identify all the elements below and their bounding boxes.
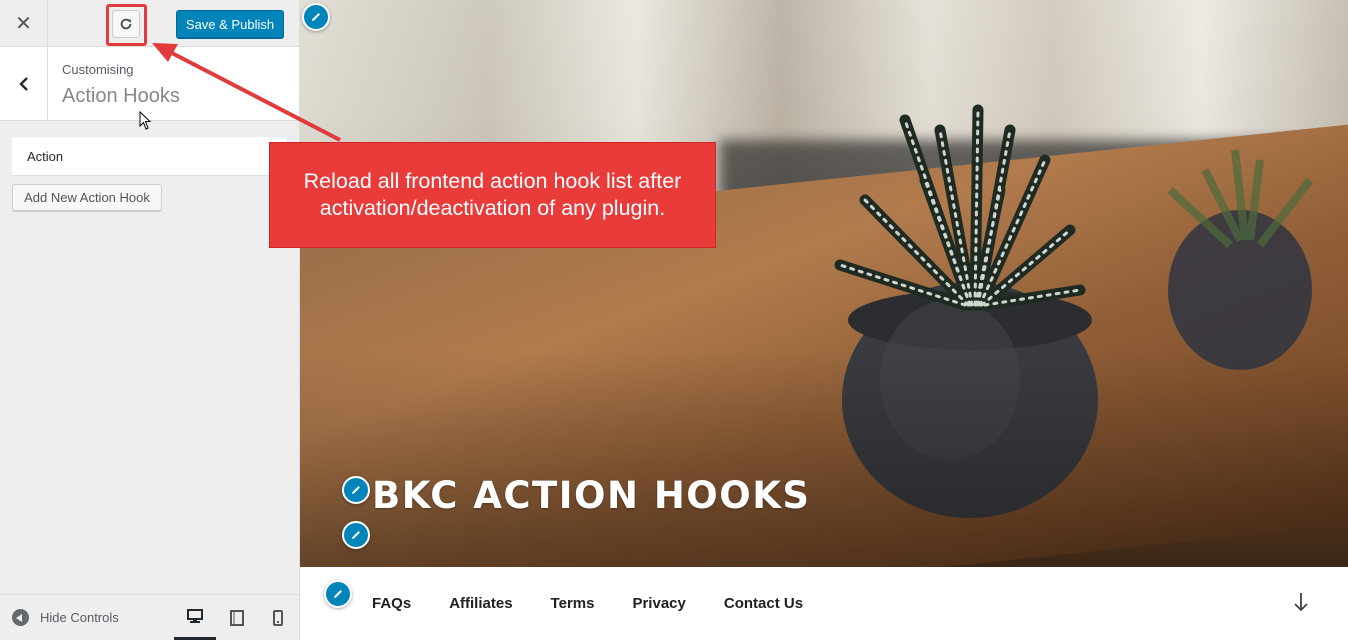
tablet-preview-button[interactable] bbox=[216, 595, 258, 640]
pencil-icon bbox=[352, 531, 360, 539]
close-icon: ✕ bbox=[15, 13, 32, 35]
customizer-header: ✕ Save & Publish bbox=[0, 0, 299, 47]
back-button[interactable] bbox=[0, 47, 48, 120]
edit-header-shortcut[interactable] bbox=[302, 3, 330, 31]
hero-image: BKC ACTION HOOKS bbox=[300, 0, 1348, 567]
action-select[interactable]: Action bbox=[12, 137, 287, 176]
reload-highlight-box bbox=[106, 4, 147, 46]
menu-list: FAQs Affiliates Terms Privacy Contact Us bbox=[372, 595, 841, 612]
scroll-down-button[interactable] bbox=[1292, 591, 1310, 618]
edit-title-shortcut[interactable] bbox=[342, 476, 370, 504]
menu-item-affiliates[interactable]: Affiliates bbox=[449, 595, 512, 612]
arrow-down-icon bbox=[1294, 593, 1308, 612]
add-new-action-hook-button[interactable]: Add New Action Hook bbox=[12, 184, 162, 211]
mouse-cursor-icon bbox=[139, 111, 152, 130]
customizer-sidebar: ✕ Save & Publish Customising Action Hook… bbox=[0, 0, 300, 640]
callout-line-2: activation/deactivation of any plugin. bbox=[319, 196, 666, 220]
site-navigation: FAQs Affiliates Terms Privacy Contact Us bbox=[300, 567, 1348, 640]
desktop-preview-button[interactable] bbox=[174, 595, 216, 640]
hide-controls-button[interactable]: Hide Controls bbox=[12, 609, 119, 626]
save-publish-button[interactable]: Save & Publish bbox=[176, 10, 284, 38]
close-button[interactable]: ✕ bbox=[0, 0, 48, 47]
mobile-icon bbox=[273, 610, 283, 626]
edit-tagline-shortcut[interactable] bbox=[342, 521, 370, 549]
customizer-footer: Hide Controls bbox=[0, 594, 299, 640]
hide-controls-label: Hide Controls bbox=[40, 610, 119, 625]
pencil-icon bbox=[312, 13, 320, 21]
annotation-callout: Reload all frontend action hook list aft… bbox=[269, 142, 716, 248]
site-preview: BKC ACTION HOOKS FAQs Affiliates Terms P… bbox=[300, 0, 1348, 640]
desktop-icon bbox=[187, 608, 203, 623]
menu-item-faqs[interactable]: FAQs bbox=[372, 595, 411, 612]
tablet-icon bbox=[230, 610, 244, 626]
collapse-icon bbox=[12, 609, 29, 626]
action-select-value: Action bbox=[27, 149, 64, 164]
pencil-icon bbox=[334, 590, 342, 598]
site-title[interactable]: BKC ACTION HOOKS bbox=[372, 474, 811, 517]
edit-menu-shortcut[interactable] bbox=[324, 580, 352, 608]
section-header: Customising Action Hooks bbox=[0, 47, 299, 121]
breadcrumb: Customising bbox=[62, 62, 134, 77]
pencil-icon bbox=[352, 486, 360, 494]
hero-shade bbox=[300, 350, 1348, 567]
chevron-left-icon bbox=[18, 76, 28, 91]
section-title: Action Hooks bbox=[62, 85, 180, 107]
menu-item-contact-us[interactable]: Contact Us bbox=[724, 595, 803, 612]
menu-item-privacy[interactable]: Privacy bbox=[632, 595, 685, 612]
menu-item-terms[interactable]: Terms bbox=[551, 595, 595, 612]
callout-line-1: Reload all frontend action hook list aft… bbox=[303, 169, 682, 193]
mobile-preview-button[interactable] bbox=[257, 595, 299, 640]
